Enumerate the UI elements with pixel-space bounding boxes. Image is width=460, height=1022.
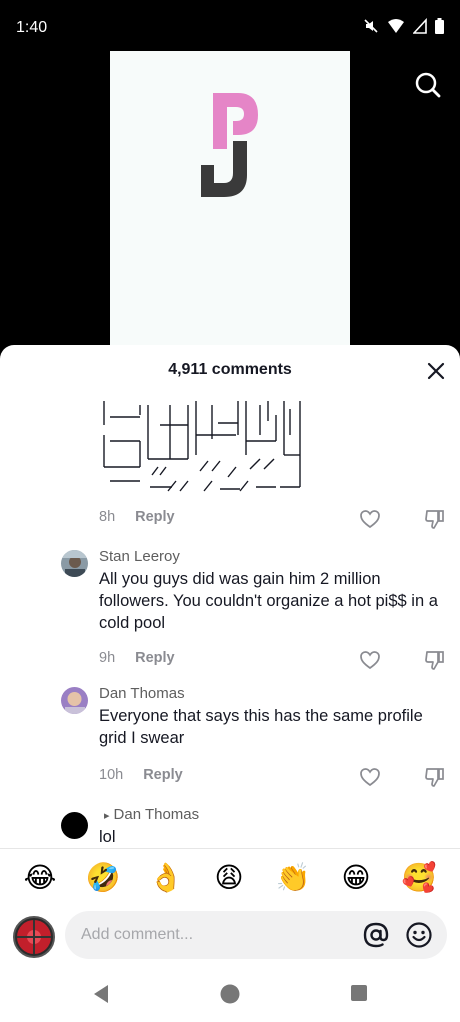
comment-meta: 8h Reply: [99, 509, 175, 525]
video-player[interactable]: [0, 51, 460, 356]
avatar[interactable]: [61, 550, 88, 577]
wifi-icon: [388, 19, 404, 33]
comment-count: 4,911 comments: [168, 361, 292, 378]
dislike-icon[interactable]: [424, 508, 446, 530]
video-frame[interactable]: [110, 51, 350, 356]
emoji-button[interactable]: 🥰: [399, 858, 439, 898]
comments-list[interactable]: 8h Reply Stan Leeroy All you guys did wa…: [0, 390, 460, 850]
comments-sheet: 4,911 comments 8h Reply Stan Leeroy All …: [0, 345, 460, 1022]
emoji-button[interactable]: 👌: [146, 858, 186, 898]
search-icon[interactable]: [414, 71, 442, 99]
smiley-icon[interactable]: [405, 921, 433, 949]
back-icon[interactable]: [92, 984, 110, 1004]
comment-text: lol: [99, 828, 116, 846]
reply-button[interactable]: Reply: [135, 509, 175, 525]
mute-icon: [364, 19, 378, 33]
emoji-button[interactable]: 🤣: [83, 858, 123, 898]
brand-logo: [201, 93, 258, 197]
comment-meta: 10h Reply: [99, 767, 183, 783]
comment-username[interactable]: Dan Thomas: [99, 685, 185, 702]
emoji-button[interactable]: 😁: [336, 858, 376, 898]
my-avatar[interactable]: [13, 916, 55, 958]
emoji-button[interactable]: 😂: [20, 858, 60, 898]
heart-icon[interactable]: [359, 766, 381, 788]
comment-meta: 9h Reply: [99, 650, 175, 666]
home-icon[interactable]: [220, 984, 240, 1004]
recents-icon[interactable]: [350, 984, 368, 1002]
heart-icon[interactable]: [359, 508, 381, 530]
close-icon[interactable]: [426, 361, 446, 381]
divider: [0, 848, 460, 849]
battery-icon: [435, 18, 444, 34]
reply-username[interactable]: Dan Thomas: [114, 806, 200, 823]
signal-icon: [413, 18, 427, 34]
status-time: 1:40: [16, 19, 48, 36]
at-icon[interactable]: [362, 921, 390, 949]
dislike-icon[interactable]: [424, 766, 446, 788]
ascii-art-image: [103, 401, 301, 492]
comment-time: 10h: [99, 767, 124, 783]
system-nav-bar: [0, 970, 460, 1022]
status-icons: [363, 18, 444, 34]
reply-button[interactable]: Reply: [135, 650, 175, 666]
sheet-header: 4,911 comments: [0, 345, 460, 395]
avatar[interactable]: [61, 687, 88, 714]
reply-arrow-icon: ▸: [104, 810, 110, 822]
comment-time: 8h: [99, 509, 116, 525]
comment-time: 9h: [99, 650, 116, 666]
comment-input-row: [0, 911, 460, 961]
avatar[interactable]: [61, 812, 88, 839]
comment-username[interactable]: ▸ Dan Thomas: [104, 806, 199, 823]
comment-username[interactable]: Stan Leeroy: [99, 548, 180, 565]
comment-text: All you guys did was gain him 2 million …: [99, 570, 438, 632]
heart-icon[interactable]: [359, 649, 381, 671]
dislike-icon[interactable]: [424, 649, 446, 671]
emoji-button[interactable]: 😩: [209, 858, 249, 898]
comment-text: Everyone that says this has the same pro…: [99, 707, 423, 747]
emoji-bar: 😂 🤣 👌 😩 👏 😁 🥰: [0, 858, 460, 904]
status-bar: 1:40: [0, 0, 460, 56]
emoji-button[interactable]: 👏: [273, 858, 313, 898]
reply-button[interactable]: Reply: [143, 767, 183, 783]
